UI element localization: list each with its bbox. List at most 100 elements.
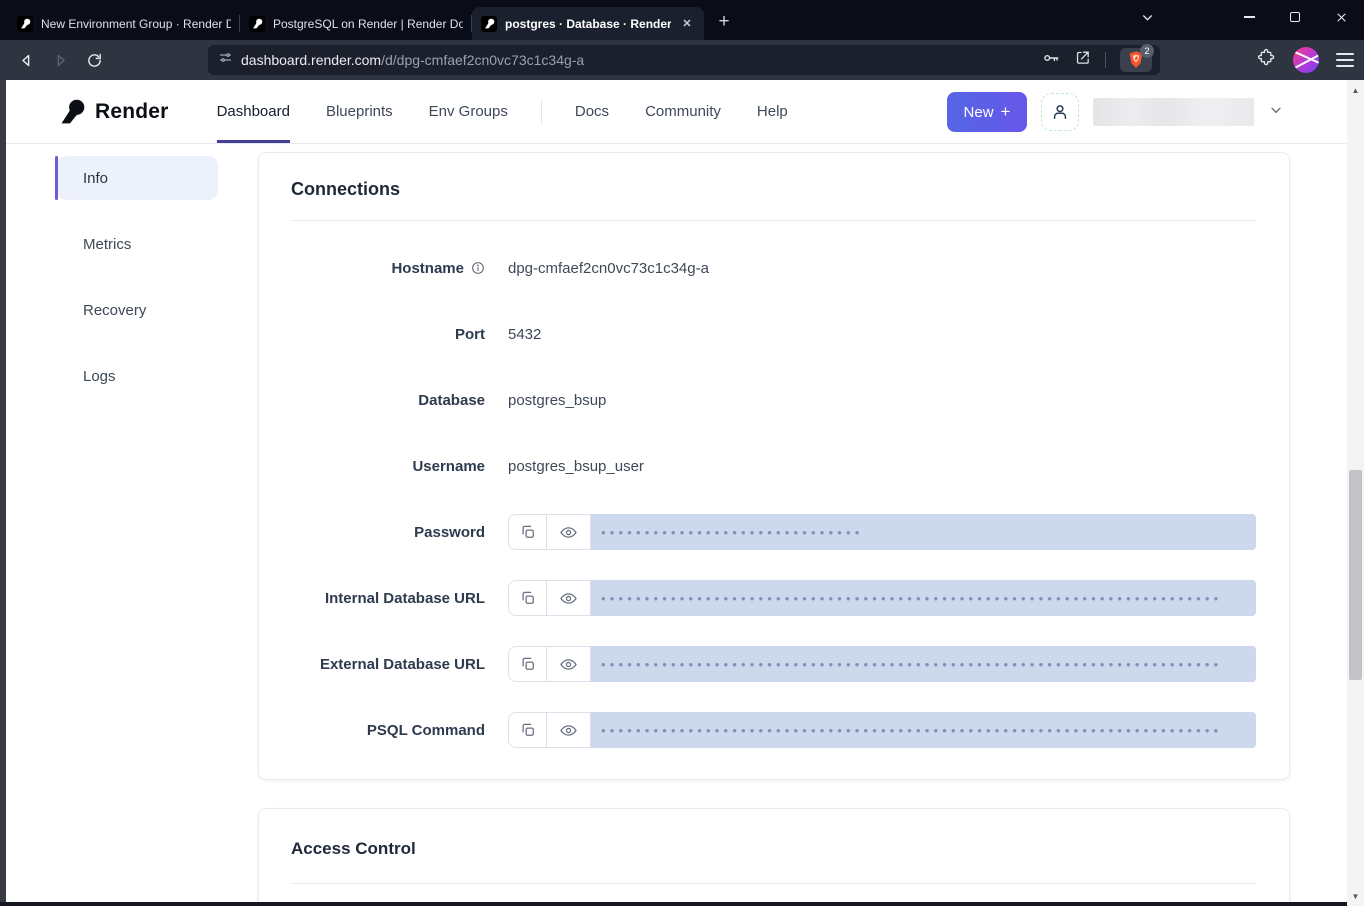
connection-row: Password •••••••••••••••••••••••••••••• <box>259 514 1256 550</box>
nav-env-groups[interactable]: Env Groups <box>429 80 508 143</box>
render-dashboard-app: Render Dashboard Blueprints Env Groups D… <box>0 80 1364 906</box>
share-icon[interactable] <box>1074 49 1091 71</box>
field-button-group <box>508 712 591 748</box>
reveal-button[interactable] <box>546 581 590 615</box>
maximize-button[interactable] <box>1272 0 1318 34</box>
copy-button[interactable] <box>509 515 546 549</box>
browser-toolbar: dashboard.render.com/d/dpg-cmfaef2cn0vc7… <box>0 40 1364 80</box>
row-label: Password <box>259 524 485 541</box>
access-control-card: Access Control <box>258 808 1290 906</box>
sidebar-item-logs[interactable]: Logs <box>57 354 218 398</box>
row-value: •••••••••••••••••••••••••••••• <box>508 514 1256 550</box>
account-chevron-down-icon[interactable] <box>1268 102 1284 123</box>
password-key-icon[interactable] <box>1042 49 1060 72</box>
row-label-text: Hostname <box>391 260 464 277</box>
browser-tab-2[interactable]: PostgreSQL on Render | Render Docs <box>240 7 472 40</box>
back-button[interactable] <box>12 46 40 74</box>
row-label: Database <box>259 392 485 409</box>
row-label-text: PSQL Command <box>367 722 485 739</box>
eye-icon <box>559 523 578 542</box>
field-button-group <box>508 514 591 550</box>
row-value-text: 5432 <box>508 326 541 343</box>
mask-dots: •••••••••••••••••••••••••••••• <box>601 526 864 539</box>
account-button[interactable] <box>1041 93 1079 131</box>
tab-title: postgres · Database · Render Da <box>505 17 671 31</box>
connection-row: Port 5432 <box>259 316 1256 352</box>
row-label: External Database URL <box>259 656 485 673</box>
close-window-button[interactable] <box>1318 0 1364 34</box>
row-value: 5432 <box>508 326 1256 343</box>
sidebar-item-metrics[interactable]: Metrics <box>57 222 218 266</box>
main-content: Connections Hostname dpg-cmfaef2cn0vc73c1… <box>258 152 1290 906</box>
row-value: dpg-cmfaef2cn0vc73c1c34g-a <box>508 260 1256 277</box>
row-value: ••••••••••••••••••••••••••••••••••••••••… <box>508 646 1256 682</box>
mask-dots: ••••••••••••••••••••••••••••••••••••••••… <box>601 592 1222 605</box>
header-right-cluster: New + <box>947 80 1284 144</box>
row-value-text: postgres_bsup_user <box>508 458 644 475</box>
nav-community[interactable]: Community <box>645 80 721 143</box>
primary-nav: Dashboard Blueprints Env Groups <box>217 80 508 143</box>
row-label: Internal Database URL <box>259 590 485 607</box>
mask-dots: ••••••••••••••••••••••••••••••••••••••••… <box>601 724 1222 737</box>
nav-help[interactable]: Help <box>757 80 788 143</box>
app-header: Render Dashboard Blueprints Env Groups D… <box>0 80 1364 144</box>
render-brand[interactable]: Render <box>59 80 169 143</box>
scroll-up-arrow[interactable]: ▲ <box>1347 82 1364 98</box>
row-value: ••••••••••••••••••••••••••••••••••••••••… <box>508 580 1256 616</box>
reveal-button[interactable] <box>546 647 590 681</box>
connection-row: PSQL Command ••••••••••••••••••••••••••••… <box>259 712 1256 748</box>
minimize-button[interactable] <box>1226 0 1272 34</box>
render-logo-icon <box>59 98 86 125</box>
row-label-text: Internal Database URL <box>325 590 485 607</box>
copy-button[interactable] <box>509 713 546 747</box>
plus-icon: + <box>1001 102 1011 122</box>
row-value: ••••••••••••••••••••••••••••••••••••••••… <box>508 712 1256 748</box>
extensions-puzzle-icon[interactable] <box>1257 48 1276 72</box>
copy-icon <box>519 655 537 673</box>
row-value-text: postgres_bsup <box>508 392 606 409</box>
url-path: /d/dpg-cmfaef2cn0vc73c1c34g-a <box>381 52 584 68</box>
copy-button[interactable] <box>509 581 546 615</box>
toolbar-separator <box>1105 52 1106 68</box>
reveal-button[interactable] <box>546 713 590 747</box>
desktop-edge-strip <box>0 80 6 906</box>
reveal-button[interactable] <box>546 515 590 549</box>
brand-name: Render <box>95 100 169 124</box>
menu-icon[interactable] <box>1336 53 1354 67</box>
tab-title: PostgreSQL on Render | Render Docs <box>273 17 463 31</box>
site-settings-icon[interactable] <box>218 50 233 70</box>
sidebar-item-recovery[interactable]: Recovery <box>57 288 218 332</box>
secondary-nav: Docs Community Help <box>575 80 788 143</box>
render-favicon-icon <box>249 16 265 32</box>
connection-row: Database postgres_bsup <box>259 382 1256 418</box>
row-label: Port <box>259 326 485 343</box>
address-bar[interactable]: dashboard.render.com/d/dpg-cmfaef2cn0vc7… <box>208 45 1160 75</box>
new-button-label: New <box>964 104 994 121</box>
close-tab-icon[interactable]: ✕ <box>679 16 695 32</box>
scroll-down-arrow[interactable]: ▼ <box>1347 888 1364 904</box>
nav-docs[interactable]: Docs <box>575 80 609 143</box>
connections-title: Connections <box>259 153 1289 200</box>
tab-search-chevron-icon[interactable] <box>1124 0 1170 34</box>
info-icon[interactable] <box>471 261 485 275</box>
scrollbar-thumb[interactable] <box>1349 470 1362 680</box>
hostname-info-icon[interactable] <box>471 261 485 275</box>
browser-tab-3-active[interactable]: postgres · Database · Render Da ✕ <box>472 7 704 40</box>
nav-blueprints[interactable]: Blueprints <box>326 80 393 143</box>
render-favicon-icon <box>17 16 33 32</box>
toolbar-right-cluster <box>1257 47 1354 73</box>
browser-window: New Environment Group · Render Das Postg… <box>0 0 1364 906</box>
nav-dashboard[interactable]: Dashboard <box>217 80 290 143</box>
profile-avatar[interactable] <box>1293 47 1319 73</box>
forward-button[interactable] <box>46 46 74 74</box>
copy-button[interactable] <box>509 647 546 681</box>
window-controls <box>1124 0 1364 34</box>
new-tab-button[interactable]: + <box>710 9 738 37</box>
reload-button[interactable] <box>80 46 108 74</box>
sidebar-item-info[interactable]: Info <box>57 156 218 200</box>
brave-shield-button[interactable]: 2 <box>1120 48 1152 72</box>
sidebar: Info Metrics Recovery Logs <box>57 156 218 420</box>
row-label-text: External Database URL <box>320 656 485 673</box>
new-button[interactable]: New + <box>947 92 1027 132</box>
browser-tab-1[interactable]: New Environment Group · Render Das <box>8 7 240 40</box>
